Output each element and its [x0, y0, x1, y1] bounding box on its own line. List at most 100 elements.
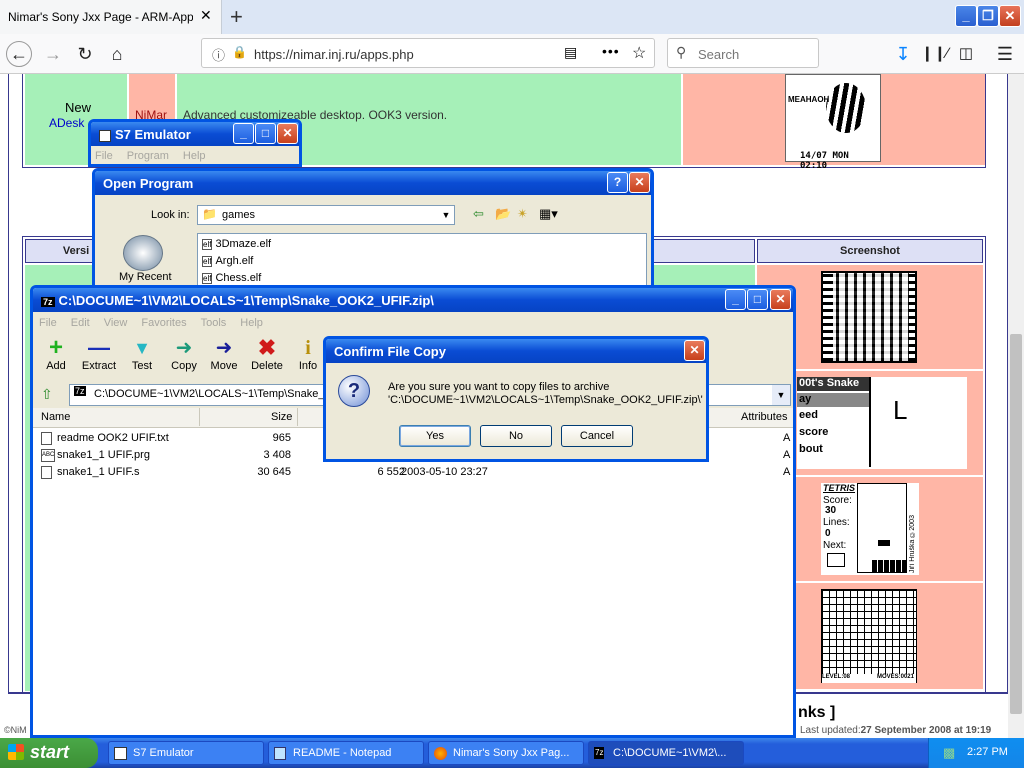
add-button[interactable]: + Add [39, 336, 73, 373]
file-attr: A [783, 466, 791, 478]
file-item[interactable]: elf 3Dmaze.elf [202, 236, 271, 253]
task-firefox[interactable]: Nimar's Sony Jxx Pag... [428, 741, 584, 765]
search-icon: ⚲ [676, 44, 687, 60]
url-text: https://nimar.inj.ru/apps.php [254, 47, 414, 62]
info-icon[interactable]: ⓘ [212, 45, 225, 64]
column-name[interactable]: Name [41, 411, 70, 423]
my-recent-label[interactable]: My Recent [119, 271, 172, 283]
menu-favorites[interactable]: Favorites [141, 317, 186, 329]
reader-view-icon[interactable]: ▤ [564, 44, 577, 61]
task-s7-emulator[interactable]: S7 Emulator [108, 741, 264, 765]
bookmark-star-icon[interactable]: ☆ [632, 43, 646, 63]
adesk-link[interactable]: ADesk [49, 116, 84, 130]
copy-arrow-icon: ➜ [175, 337, 193, 359]
extract-label: Extract [81, 360, 117, 372]
emulator-close-button[interactable]: ✕ [277, 123, 298, 144]
file-name: 3Dmaze.elf [215, 238, 272, 250]
open-program-close-button[interactable]: ✕ [629, 172, 650, 193]
emulator-maximize-button[interactable]: □ [255, 123, 276, 144]
extract-button[interactable]: — Extract [77, 336, 121, 373]
screenshot-time: 14/07 MON 02:10 [800, 151, 849, 171]
start-button[interactable]: start [0, 738, 98, 768]
up-folder-icon[interactable]: 📂 [495, 206, 511, 222]
screenshot-word: MEAHAOH [788, 95, 830, 104]
page-actions-icon[interactable]: ••• [602, 43, 620, 59]
sevenzip-titlebar[interactable]: 7z C:\DOCUME~1\VM2\LOCALS~1\Temp\Snake_OO… [33, 288, 793, 312]
info-button[interactable]: i Info [293, 336, 323, 372]
browser-tab[interactable]: Nimar's Sony Jxx Page - ARM-Applicati ✕ [0, 0, 222, 34]
menu-file[interactable]: File [39, 317, 57, 329]
emulator-menu-file[interactable]: File [95, 150, 113, 162]
sidebar-icon[interactable]: ◫ [953, 41, 979, 67]
column-attributes[interactable]: Attributes [741, 411, 787, 423]
s-file-icon [41, 466, 52, 479]
home-icon[interactable]: ⌂ [104, 41, 130, 67]
menu-view[interactable]: View [104, 317, 128, 329]
confirm-close-button[interactable]: ✕ [684, 340, 705, 361]
column-size[interactable]: Size [271, 411, 292, 423]
tetris-author: Jiří Hruška ©2003 [909, 515, 916, 573]
snake-screenshot: 00t's Snake ay eed score bout L [797, 377, 967, 469]
confirm-copy-titlebar[interactable]: Confirm File Copy [326, 339, 706, 363]
menu-hamburger-icon[interactable]: ☰ [992, 41, 1018, 67]
up-level-icon[interactable]: ⇧ [41, 386, 53, 403]
my-recent-icon[interactable] [123, 235, 163, 271]
new-folder-icon[interactable]: ✴ [517, 206, 528, 222]
system-tray: ▩ 2:27 PM [928, 738, 1024, 768]
move-button[interactable]: ➜ Move [207, 336, 241, 372]
menu-edit[interactable]: Edit [71, 317, 90, 329]
sevenzip-minimize-button[interactable]: _ [725, 289, 746, 310]
copy-button[interactable]: ➜ Copy [167, 336, 201, 372]
back-arrow-icon[interactable]: ← [6, 41, 32, 67]
reload-icon[interactable]: ↻ [72, 41, 98, 67]
download-icon[interactable]: ↧ [890, 41, 916, 67]
file-item[interactable]: elf Argh.elf [202, 253, 253, 270]
scrollbar-thumb[interactable] [1010, 334, 1022, 714]
url-bar[interactable]: ⓘ 🔒 https://nimar.inj.ru/apps.php ▤ ••• … [201, 38, 655, 68]
file-name: Argh.elf [215, 255, 254, 267]
browser-maximize-button[interactable]: ❐ [977, 5, 999, 27]
forward-arrow-icon[interactable]: → [40, 41, 66, 67]
page-scrollbar[interactable] [1008, 74, 1024, 738]
menu-help[interactable]: Help [240, 317, 263, 329]
browser-nav-bar: ← → ↻ ⌂ ⓘ 🔒 https://nimar.inj.ru/apps.ph… [0, 34, 1024, 74]
network-icon[interactable]: ▩ [943, 745, 955, 761]
table-row[interactable]: snake1_1 UFIF.s 30 645 6 552 2003-05-10 … [33, 464, 793, 481]
chevron-down-icon[interactable]: ▼ [438, 206, 454, 224]
delete-label: Delete [251, 360, 283, 372]
sevenzip-toolbar: + Add — Extract ▼ Test ➜ Copy ➜ Move ✖ Delete … [39, 336, 329, 378]
cancel-button[interactable]: Cancel [561, 425, 633, 447]
sevenzip-close-button[interactable]: ✕ [770, 289, 791, 310]
yes-button[interactable]: Yes [399, 425, 471, 447]
file-attr: A [783, 432, 791, 444]
clock[interactable]: 2:27 PM [967, 746, 1008, 758]
browser-close-button[interactable]: ✕ [999, 5, 1021, 27]
test-button[interactable]: ▼ Test [125, 336, 159, 372]
sevenzip-maximize-button[interactable]: □ [747, 289, 768, 310]
no-button[interactable]: No [480, 425, 552, 447]
view-menu-icon[interactable]: ▦▾ [539, 206, 558, 222]
menu-tools[interactable]: Tools [201, 317, 227, 329]
address-dropdown-icon[interactable]: ▼ [772, 385, 790, 405]
new-tab-button[interactable]: + [230, 4, 243, 30]
emulator-menu-program[interactable]: Program [127, 150, 169, 162]
open-program-help-button[interactable]: ? [607, 172, 628, 193]
task-sevenzip[interactable]: 7z C:\DOCUME~1\VM2\... [588, 741, 744, 765]
notepad-icon [274, 747, 286, 760]
back-green-icon[interactable]: ⇦ [473, 206, 484, 222]
browser-minimize-button[interactable]: _ [955, 5, 977, 27]
snake-item-2: eed [799, 409, 818, 421]
test-label: Test [131, 360, 153, 372]
emulator-menu-help[interactable]: Help [183, 150, 206, 162]
task-notepad[interactable]: README - Notepad [268, 741, 424, 765]
tab-close-icon[interactable]: ✕ [200, 7, 212, 24]
links-label[interactable]: nks ] [798, 704, 835, 722]
emulator-minimize-button[interactable]: _ [233, 123, 254, 144]
move-label: Move [210, 360, 238, 372]
library-icon[interactable]: ❙❙∕ [921, 41, 949, 67]
open-program-titlebar[interactable]: Open Program [95, 171, 651, 195]
folder-icon: 📁 [202, 207, 217, 221]
delete-button[interactable]: ✖ Delete [247, 336, 287, 373]
look-in-select[interactable]: 📁 games ▼ [197, 205, 455, 225]
search-field[interactable]: ⚲ Search [667, 38, 819, 68]
